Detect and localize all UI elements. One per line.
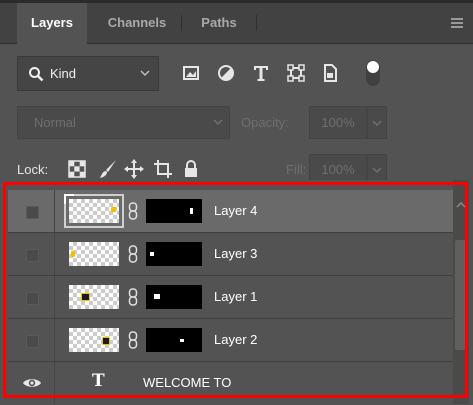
layer-name[interactable]: Layer 1 xyxy=(214,276,257,318)
chevron-down-icon xyxy=(372,167,382,174)
layer-row[interactable]: Layer 1 xyxy=(8,276,453,319)
lock-all-icon[interactable] xyxy=(180,158,202,180)
chevron-down-icon xyxy=(140,70,150,77)
opacity-input[interactable]: 100% xyxy=(309,106,367,139)
layer-mask-thumbnail[interactable] xyxy=(146,199,202,223)
thumbnail-content xyxy=(81,293,90,301)
type-filter-icon[interactable] xyxy=(249,61,273,85)
layer-thumbnail[interactable] xyxy=(69,285,119,309)
panel-tab-bar: Layers Channels Paths xyxy=(0,3,473,44)
thumbnail-content xyxy=(111,207,116,212)
filter-kind-dropdown[interactable]: Kind xyxy=(17,56,159,91)
mask-content xyxy=(150,252,154,256)
smart-object-filter-icon[interactable] xyxy=(318,61,342,85)
row-divider xyxy=(54,319,55,361)
filter-kind-label: Kind xyxy=(50,66,77,81)
layer-name[interactable]: Layer 3 xyxy=(214,233,257,275)
lock-transparent-pixels-icon[interactable] xyxy=(66,158,88,180)
layers-list: Layer 4 Layer 3 Layer 1 Layer 2 T WELCOM… xyxy=(0,180,473,405)
tab-layers[interactable]: Layers xyxy=(17,3,87,44)
layer-mask-thumbnail[interactable] xyxy=(146,328,202,352)
tab-divider xyxy=(256,15,257,31)
layer-thumbnail[interactable] xyxy=(69,328,119,352)
row-divider xyxy=(54,233,55,275)
layer-row[interactable]: Layer 2 xyxy=(8,319,453,362)
layer-name[interactable]: WELCOME TO xyxy=(143,362,231,404)
layer-thumbnail[interactable] xyxy=(69,199,119,223)
adjustment-filter-icon[interactable] xyxy=(214,61,238,85)
layer-mask-thumbnail[interactable] xyxy=(146,285,202,309)
row-divider xyxy=(54,276,55,318)
chevron-up-icon[interactable] xyxy=(455,200,467,210)
layer-mask-thumbnail[interactable] xyxy=(146,242,202,266)
tab-paths[interactable]: Paths xyxy=(184,3,254,43)
shape-filter-icon[interactable] xyxy=(284,61,308,85)
eye-icon[interactable] xyxy=(22,376,42,390)
row-divider xyxy=(54,362,55,404)
scrollbar-thumb[interactable] xyxy=(455,240,467,350)
layer-visibility-toggle[interactable] xyxy=(26,335,39,348)
tab-channels[interactable]: Channels xyxy=(95,3,179,43)
chain-link-icon[interactable] xyxy=(128,288,138,306)
image-filter-icon[interactable] xyxy=(179,61,203,85)
layer-name[interactable]: Layer 4 xyxy=(214,190,257,232)
chain-link-icon[interactable] xyxy=(128,245,138,263)
mask-content xyxy=(180,339,184,342)
filter-toggle-icon[interactable] xyxy=(363,58,383,88)
thumbnail-content xyxy=(102,337,110,345)
layer-row[interactable]: Layer 4 xyxy=(8,190,453,233)
type-layer-icon[interactable]: T xyxy=(92,371,105,391)
chevron-down-icon xyxy=(213,119,223,126)
chain-link-icon[interactable] xyxy=(128,331,138,349)
tab-divider xyxy=(181,15,182,31)
layer-name[interactable]: Layer 2 xyxy=(214,319,257,361)
layer-thumbnail[interactable] xyxy=(69,242,119,266)
chain-link-icon[interactable] xyxy=(128,202,138,220)
search-icon xyxy=(29,67,44,82)
opacity-label: Opacity: xyxy=(241,115,289,130)
lock-image-pixels-icon[interactable] xyxy=(97,158,119,180)
layer-visibility-toggle[interactable] xyxy=(26,292,39,305)
layer-row[interactable]: Layer 3 xyxy=(8,233,453,276)
blend-mode-dropdown[interactable]: Normal xyxy=(17,106,230,139)
chevron-down-icon xyxy=(372,120,382,127)
mask-content xyxy=(154,294,160,299)
blend-mode-value: Normal xyxy=(34,115,76,130)
lock-artboard-icon[interactable] xyxy=(152,158,174,180)
layer-visibility-toggle[interactable] xyxy=(26,249,39,262)
row-divider xyxy=(54,190,55,232)
thumbnail-content xyxy=(71,251,75,257)
panel-menu-icon[interactable] xyxy=(451,18,463,28)
layer-visibility-toggle[interactable] xyxy=(26,206,39,219)
layer-row[interactable]: T WELCOME TO xyxy=(8,362,453,405)
mask-content xyxy=(190,208,193,214)
opacity-dropdown-button[interactable] xyxy=(367,106,387,139)
lock-position-icon[interactable] xyxy=(123,158,145,180)
